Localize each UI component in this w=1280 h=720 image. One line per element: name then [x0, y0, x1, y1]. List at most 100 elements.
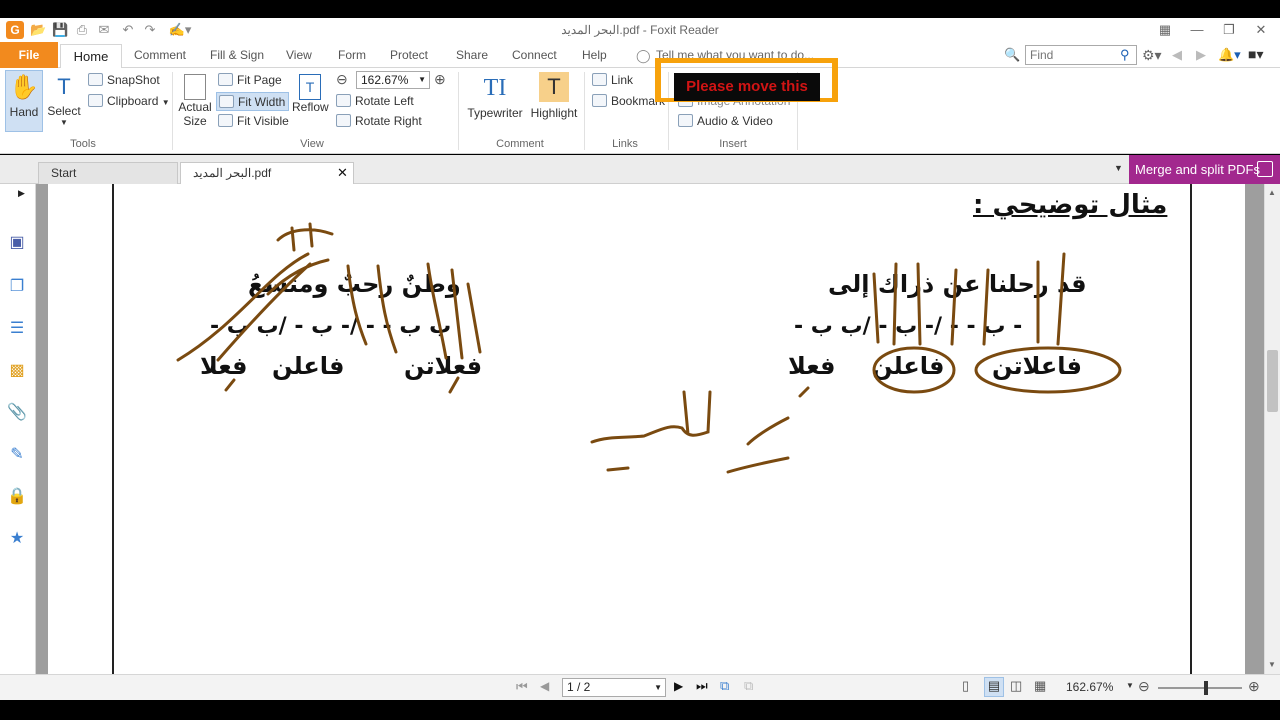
tab-share[interactable]: Share	[456, 48, 488, 68]
restore-icon[interactable]: ▦	[1150, 20, 1180, 40]
facing-page-icon[interactable]: ◫	[1010, 678, 1022, 694]
tab-file[interactable]: File	[0, 42, 58, 68]
settings-icon[interactable]: ⚙▾	[1142, 47, 1162, 64]
close-tab-icon[interactable]: ✕	[337, 163, 348, 183]
layers-icon[interactable]: ☰	[6, 318, 28, 340]
links-group-label: Links	[612, 138, 638, 150]
audio-video-button[interactable]: Audio & Video	[678, 112, 773, 131]
document-tab-strip: Start البحر المديد.pdf ✕ ▼ Merge and spl…	[0, 155, 1280, 184]
search-input[interactable]	[1026, 46, 1116, 64]
typewriter-icon: TI	[483, 75, 507, 101]
previous-page-icon[interactable]: ◀	[540, 679, 549, 693]
tab-help[interactable]: Help	[582, 48, 607, 68]
reflow-button[interactable]: T Reflow	[292, 70, 329, 130]
close-icon[interactable]: ✕	[1246, 20, 1276, 40]
clipboard-button[interactable]: Clipboard ▼	[88, 92, 170, 111]
scroll-down-icon[interactable]: ▼	[1268, 660, 1276, 669]
notification-bell-icon[interactable]: 🔔▾	[1218, 47, 1241, 63]
pages-icon[interactable]: ❐	[6, 276, 28, 298]
zoom-out-icon[interactable]: ⊖	[336, 71, 348, 88]
highlight-button[interactable]: T Highlight	[530, 70, 578, 130]
tab-protect[interactable]: Protect	[390, 48, 428, 68]
forward-icon[interactable]: ▶	[1196, 47, 1206, 63]
tab-form[interactable]: Form	[338, 48, 366, 68]
typewriter-label: Typewriter	[467, 106, 523, 120]
tab-view[interactable]: View	[286, 48, 312, 68]
document-viewport[interactable]: مثال توضيحي : قد رحلنا عن ذراك إلى - ب -…	[36, 184, 1264, 674]
maximize-icon[interactable]: ❐	[1214, 20, 1244, 40]
next-page-icon[interactable]: ▶	[674, 679, 683, 693]
comments-icon[interactable]: ▩	[6, 360, 28, 382]
vertical-scrollbar[interactable]: ▲ ▼	[1264, 184, 1280, 674]
status-zoom-in-icon[interactable]: ⊕	[1248, 678, 1260, 695]
zoom-slider-thumb[interactable]	[1204, 681, 1208, 695]
fit-width-button[interactable]: Fit Width	[216, 92, 290, 111]
find-folder-icon[interactable]: 🔍	[1004, 47, 1020, 63]
highlight-label: Highlight	[530, 106, 578, 120]
zoom-value: 162.67%	[361, 73, 409, 87]
last-page-icon[interactable]: ⏭	[696, 678, 708, 694]
zoom-select[interactable]: 162.67% ▼	[356, 71, 430, 89]
select-button[interactable]: T Select ▼	[46, 70, 82, 132]
continuous-facing-icon[interactable]: ▦	[1034, 678, 1046, 694]
ink-circle-middle-foot	[872, 346, 956, 394]
pdf-page: مثال توضيحي : قد رحلنا عن ذراك إلى - ب -…	[48, 184, 1245, 674]
rotate-left-icon	[336, 94, 351, 107]
fit-visible-button[interactable]: Fit Visible	[218, 112, 289, 131]
group-divider	[172, 72, 173, 150]
search-user-icon[interactable]: ★	[6, 528, 28, 550]
zoom-in-icon[interactable]: ⊕	[434, 71, 446, 88]
security-lock-icon[interactable]: 🔒	[6, 486, 28, 508]
search-icon[interactable]: ⚲	[1120, 47, 1130, 63]
tools-group-label: Tools	[70, 138, 96, 150]
tab-fill-sign[interactable]: Fill & Sign	[210, 48, 264, 68]
previous-view-icon[interactable]: ⧉	[720, 678, 729, 694]
ink-circle-right-foot	[974, 346, 1122, 394]
first-page-icon[interactable]: ⏮	[516, 679, 528, 695]
single-page-icon[interactable]: ▯	[962, 678, 969, 694]
signatures-icon[interactable]: ✎	[6, 444, 28, 466]
page-number-input[interactable]: 1 / 2 ▼	[562, 678, 666, 697]
fit-page-label: Fit Page	[237, 73, 282, 87]
actual-size-label-2: Size	[183, 114, 207, 128]
merge-split-banner[interactable]: Merge and split PDFs	[1129, 155, 1280, 184]
tab-comment[interactable]: Comment	[134, 48, 186, 68]
tab-home[interactable]: Home	[60, 44, 122, 69]
page-thumbnails-icon[interactable]: ▣	[6, 232, 28, 254]
ink-marks-left	[224, 376, 460, 394]
view-group-label: View	[300, 138, 324, 150]
search-field[interactable]: ⚲	[1025, 45, 1137, 65]
fit-visible-label: Fit Visible	[237, 114, 289, 128]
user-account-icon[interactable]: ■▾	[1248, 46, 1263, 63]
tab-document[interactable]: البحر المديد.pdf ✕	[180, 162, 354, 184]
film-icon	[678, 114, 693, 127]
scroll-thumb[interactable]	[1267, 350, 1278, 412]
tab-list-dropdown-icon[interactable]: ▼	[1114, 163, 1123, 173]
tab-start[interactable]: Start	[38, 162, 178, 184]
status-zoom-out-icon[interactable]: ⊖	[1138, 678, 1150, 695]
snapshot-button[interactable]: SnapShot	[88, 71, 160, 90]
attachments-icon[interactable]: 📎	[6, 402, 28, 424]
insert-group-label: Insert	[719, 138, 747, 150]
rotate-left-button[interactable]: Rotate Left	[336, 92, 414, 111]
hand-button[interactable]: ✋ Hand	[5, 70, 43, 132]
zoom-slider-track[interactable]	[1158, 687, 1242, 689]
link-button[interactable]: Link	[592, 71, 633, 90]
actual-size-label-1: Actual	[178, 100, 212, 114]
scroll-up-icon[interactable]: ▲	[1268, 188, 1276, 197]
fit-page-icon	[218, 73, 233, 86]
status-zoom-value[interactable]: 162.67%	[1066, 680, 1113, 694]
tab-connect[interactable]: Connect	[512, 48, 557, 68]
expand-panel-icon[interactable]: ▶	[18, 188, 25, 199]
ink-annotations	[176, 222, 1122, 474]
back-icon[interactable]: ◀	[1172, 47, 1182, 63]
continuous-page-icon[interactable]: ▤	[984, 677, 1004, 697]
minimize-icon[interactable]: —	[1182, 20, 1212, 40]
lightbulb-icon: ◯	[636, 48, 651, 63]
typewriter-button[interactable]: TI Typewriter	[466, 70, 524, 130]
next-view-icon[interactable]: ⧉	[744, 678, 753, 694]
actual-size-button[interactable]: Actual Size	[177, 70, 213, 136]
rotate-right-button[interactable]: Rotate Right	[336, 112, 422, 131]
fit-page-button[interactable]: Fit Page	[218, 71, 282, 90]
status-zoom-dropdown-icon[interactable]: ▼	[1126, 681, 1134, 690]
